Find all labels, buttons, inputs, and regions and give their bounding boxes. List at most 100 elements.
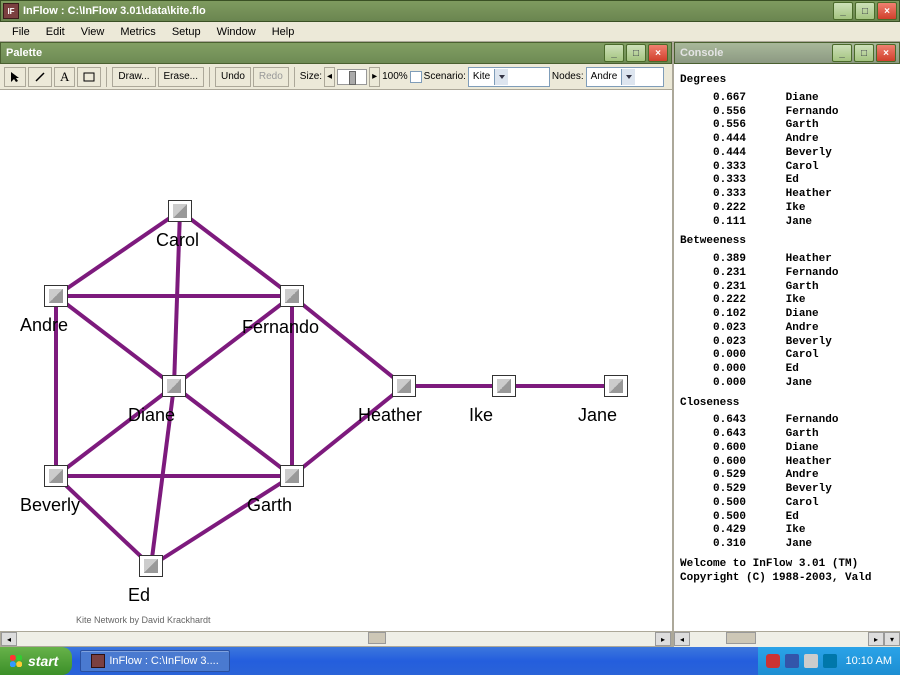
scroll-right-icon[interactable]: ▸ xyxy=(868,632,884,646)
size-label: Size: xyxy=(300,71,322,82)
erase-button[interactable]: Erase... xyxy=(158,67,204,87)
scenario-label: Scenario: xyxy=(424,71,466,82)
tray-icon[interactable] xyxy=(823,654,837,668)
system-tray[interactable]: 10:10 AM xyxy=(758,647,900,675)
graph-node-label: Ike xyxy=(469,405,493,426)
graph-canvas[interactable]: Kite Network by David Krackhardt Carol An… xyxy=(0,90,672,631)
console-output: Degrees 0.667 Diane 0.556 Fernando 0.556… xyxy=(674,64,900,631)
graph-credit: Kite Network by David Krackhardt xyxy=(76,615,211,625)
redo-button[interactable]: Redo xyxy=(253,67,289,87)
menu-edit[interactable]: Edit xyxy=(38,26,73,38)
console-row: 0.231 Fernando xyxy=(680,267,894,281)
menu-metrics[interactable]: Metrics xyxy=(112,26,163,38)
scenario-checkbox[interactable] xyxy=(410,71,422,83)
draw-button[interactable]: Draw... xyxy=(112,67,155,87)
scroll-left-icon[interactable]: ◂ xyxy=(1,632,17,646)
console-row: 0.222 Ike xyxy=(680,294,894,308)
menu-help[interactable]: Help xyxy=(264,26,303,38)
console-row: 0.333 Heather xyxy=(680,188,894,202)
menu-file[interactable]: File xyxy=(4,26,38,38)
console-row: 0.529 Beverly xyxy=(680,483,894,497)
palette-minimize-button[interactable]: _ xyxy=(604,44,624,62)
palette-maximize-button[interactable]: □ xyxy=(626,44,646,62)
size-left-button[interactable]: ◂ xyxy=(324,67,335,87)
graph-node-label: Beverly xyxy=(20,495,80,516)
console-maximize-button[interactable]: □ xyxy=(854,44,874,62)
size-slider[interactable] xyxy=(337,69,367,85)
palette-toolbar: A Draw... Erase... Undo Redo Size: ◂ ▸ 1… xyxy=(0,64,672,90)
graph-node[interactable] xyxy=(44,465,68,487)
taskbar-app-button[interactable]: InFlow : C:\InFlow 3.... xyxy=(80,650,229,672)
graph-node[interactable] xyxy=(280,465,304,487)
graph-node-label: Andre xyxy=(20,315,68,336)
graph-node-label: Diane xyxy=(128,405,175,426)
nodes-combo[interactable]: Andre xyxy=(586,67,664,87)
console-heading: Betweeness xyxy=(680,235,894,249)
console-footer-line: Welcome to InFlow 3.01 (TM) xyxy=(680,558,894,572)
console-row: 0.529 Andre xyxy=(680,469,894,483)
console-row: 0.023 Beverly xyxy=(680,336,894,350)
graph-node[interactable] xyxy=(168,200,192,222)
palette-window: Palette _ □ × A Draw... Erase... Undo xyxy=(0,42,674,647)
menu-setup[interactable]: Setup xyxy=(164,26,209,38)
graph-node[interactable] xyxy=(492,375,516,397)
graph-node[interactable] xyxy=(44,285,68,307)
console-row: 0.333 Ed xyxy=(680,174,894,188)
graph-node-label: Heather xyxy=(358,405,422,426)
chevron-down-icon xyxy=(621,69,635,85)
pointer-tool[interactable] xyxy=(4,67,26,87)
scroll-right-icon[interactable]: ▸ xyxy=(655,632,671,646)
menubar: File Edit View Metrics Setup Window Help xyxy=(0,22,900,42)
clock: 10:10 AM xyxy=(846,655,892,667)
console-title: Console xyxy=(678,47,832,59)
tray-icon[interactable] xyxy=(766,654,780,668)
console-titlebar: Console _ □ × xyxy=(674,42,900,64)
tray-icon[interactable] xyxy=(804,654,818,668)
chevron-down-icon xyxy=(494,69,508,85)
console-hscrollbar[interactable]: ◂ ▸ ▾ xyxy=(674,631,900,647)
graph-node-label: Carol xyxy=(156,230,199,251)
console-row: 0.389 Heather xyxy=(680,253,894,267)
console-row: 0.556 Garth xyxy=(680,119,894,133)
console-row: 0.600 Diane xyxy=(680,442,894,456)
maximize-button[interactable]: □ xyxy=(855,2,875,20)
menu-window[interactable]: Window xyxy=(209,26,264,38)
rect-tool[interactable] xyxy=(77,67,101,87)
console-minimize-button[interactable]: _ xyxy=(832,44,852,62)
scenario-combo[interactable]: Kite xyxy=(468,67,550,87)
console-row: 0.556 Fernando xyxy=(680,106,894,120)
graph-node[interactable] xyxy=(604,375,628,397)
scroll-left-icon[interactable]: ◂ xyxy=(674,632,690,646)
console-row: 0.000 Ed xyxy=(680,363,894,377)
graph-node[interactable] xyxy=(392,375,416,397)
tray-icon[interactable] xyxy=(785,654,799,668)
text-tool[interactable]: A xyxy=(54,67,75,87)
console-heading: Closeness xyxy=(680,397,894,411)
console-row: 0.000 Jane xyxy=(680,377,894,391)
start-button[interactable]: start xyxy=(0,647,72,675)
scenario-value: Kite xyxy=(473,71,490,82)
graph-node[interactable] xyxy=(139,555,163,577)
graph-node-label: Garth xyxy=(247,495,292,516)
graph-node-label: Fernando xyxy=(242,317,319,338)
close-button[interactable]: × xyxy=(877,2,897,20)
graph-node[interactable] xyxy=(280,285,304,307)
line-tool[interactable] xyxy=(28,67,52,87)
nodes-label: Nodes: xyxy=(552,71,584,82)
nodes-value: Andre xyxy=(591,71,618,82)
menu-view[interactable]: View xyxy=(73,26,113,38)
console-row: 0.600 Heather xyxy=(680,456,894,470)
console-close-button[interactable]: × xyxy=(876,44,896,62)
minimize-button[interactable]: _ xyxy=(833,2,853,20)
undo-button[interactable]: Undo xyxy=(215,67,251,87)
palette-close-button[interactable]: × xyxy=(648,44,668,62)
size-right-button[interactable]: ▸ xyxy=(369,67,380,87)
graph-node[interactable] xyxy=(162,375,186,397)
scroll-down-icon[interactable]: ▾ xyxy=(884,632,900,646)
console-row: 0.023 Andre xyxy=(680,322,894,336)
palette-hscrollbar[interactable]: ◂ ▸ xyxy=(0,631,672,647)
window-title: InFlow : C:\InFlow 3.01\data\kite.flo xyxy=(23,5,833,17)
task-label: InFlow : C:\InFlow 3.... xyxy=(109,655,218,667)
windows-logo-icon xyxy=(8,653,24,669)
console-row: 0.643 Garth xyxy=(680,428,894,442)
